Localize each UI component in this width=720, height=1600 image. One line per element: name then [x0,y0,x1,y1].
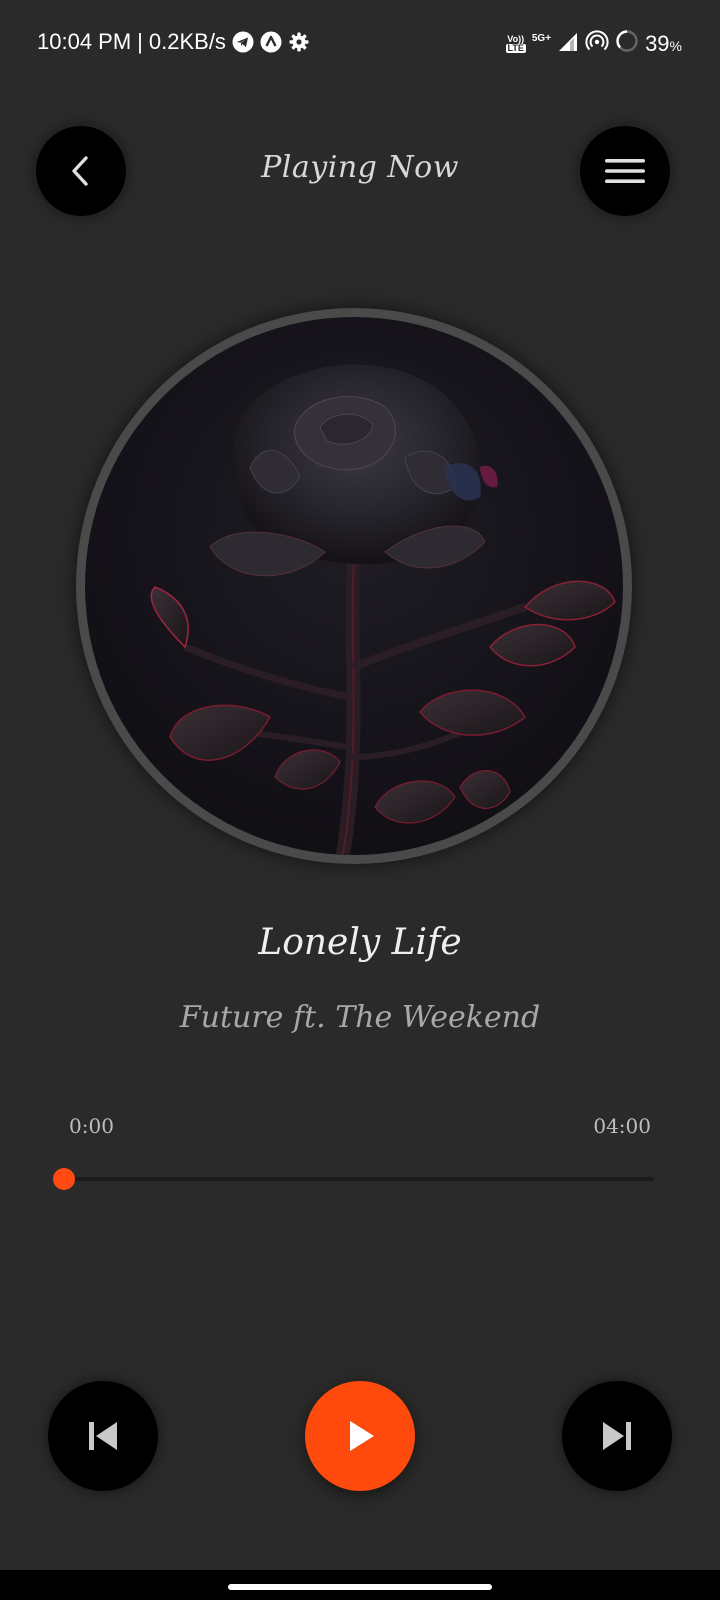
network-type: 5G+ [531,32,552,44]
status-time: 10:04 PM [37,29,132,54]
status-left: 10:04 PM | 0.2KB/s [37,29,310,55]
app-a-icon [260,31,282,53]
skip-previous-icon [89,1422,117,1450]
battery-ring-icon [615,29,639,59]
hamburger-menu-icon [605,159,645,183]
settings-gear-icon [288,31,310,53]
battery-symbol: % [669,38,682,54]
status-bar: 10:04 PM | 0.2KB/s Vo)) LTE 5G+ 39% [0,0,720,86]
play-icon [350,1421,374,1451]
previous-track-button[interactable] [48,1381,158,1491]
skip-next-icon [603,1422,631,1450]
album-art-frame [76,308,632,864]
track-artist: Future ft. The Weekend [179,1000,541,1035]
signal-icon [557,30,579,58]
rose-artwork-image [150,364,616,855]
progress-thumb[interactable] [53,1168,75,1190]
system-nav-bar [0,1570,720,1600]
status-net-speed: 0.2KB/s [148,29,226,54]
hotspot-icon [585,29,609,59]
battery-percent: 39% [645,31,682,57]
status-right: Vo)) LTE 5G+ 39% [505,29,682,59]
progress-slider[interactable] [53,1168,654,1190]
battery-value: 39 [645,31,670,56]
home-indicator[interactable] [228,1584,492,1590]
next-track-button[interactable] [562,1381,672,1491]
track-title: Lonely Life [258,922,462,963]
lte-label: LTE [505,43,526,53]
status-separator: | [137,29,143,54]
telegram-icon [232,31,254,53]
volte-indicator: Vo)) LTE [505,35,526,53]
play-button[interactable] [305,1381,415,1491]
album-art [85,317,623,855]
total-time: 04:00 [593,1114,651,1138]
menu-button[interactable] [580,126,670,216]
current-time: 0:00 [69,1114,114,1138]
